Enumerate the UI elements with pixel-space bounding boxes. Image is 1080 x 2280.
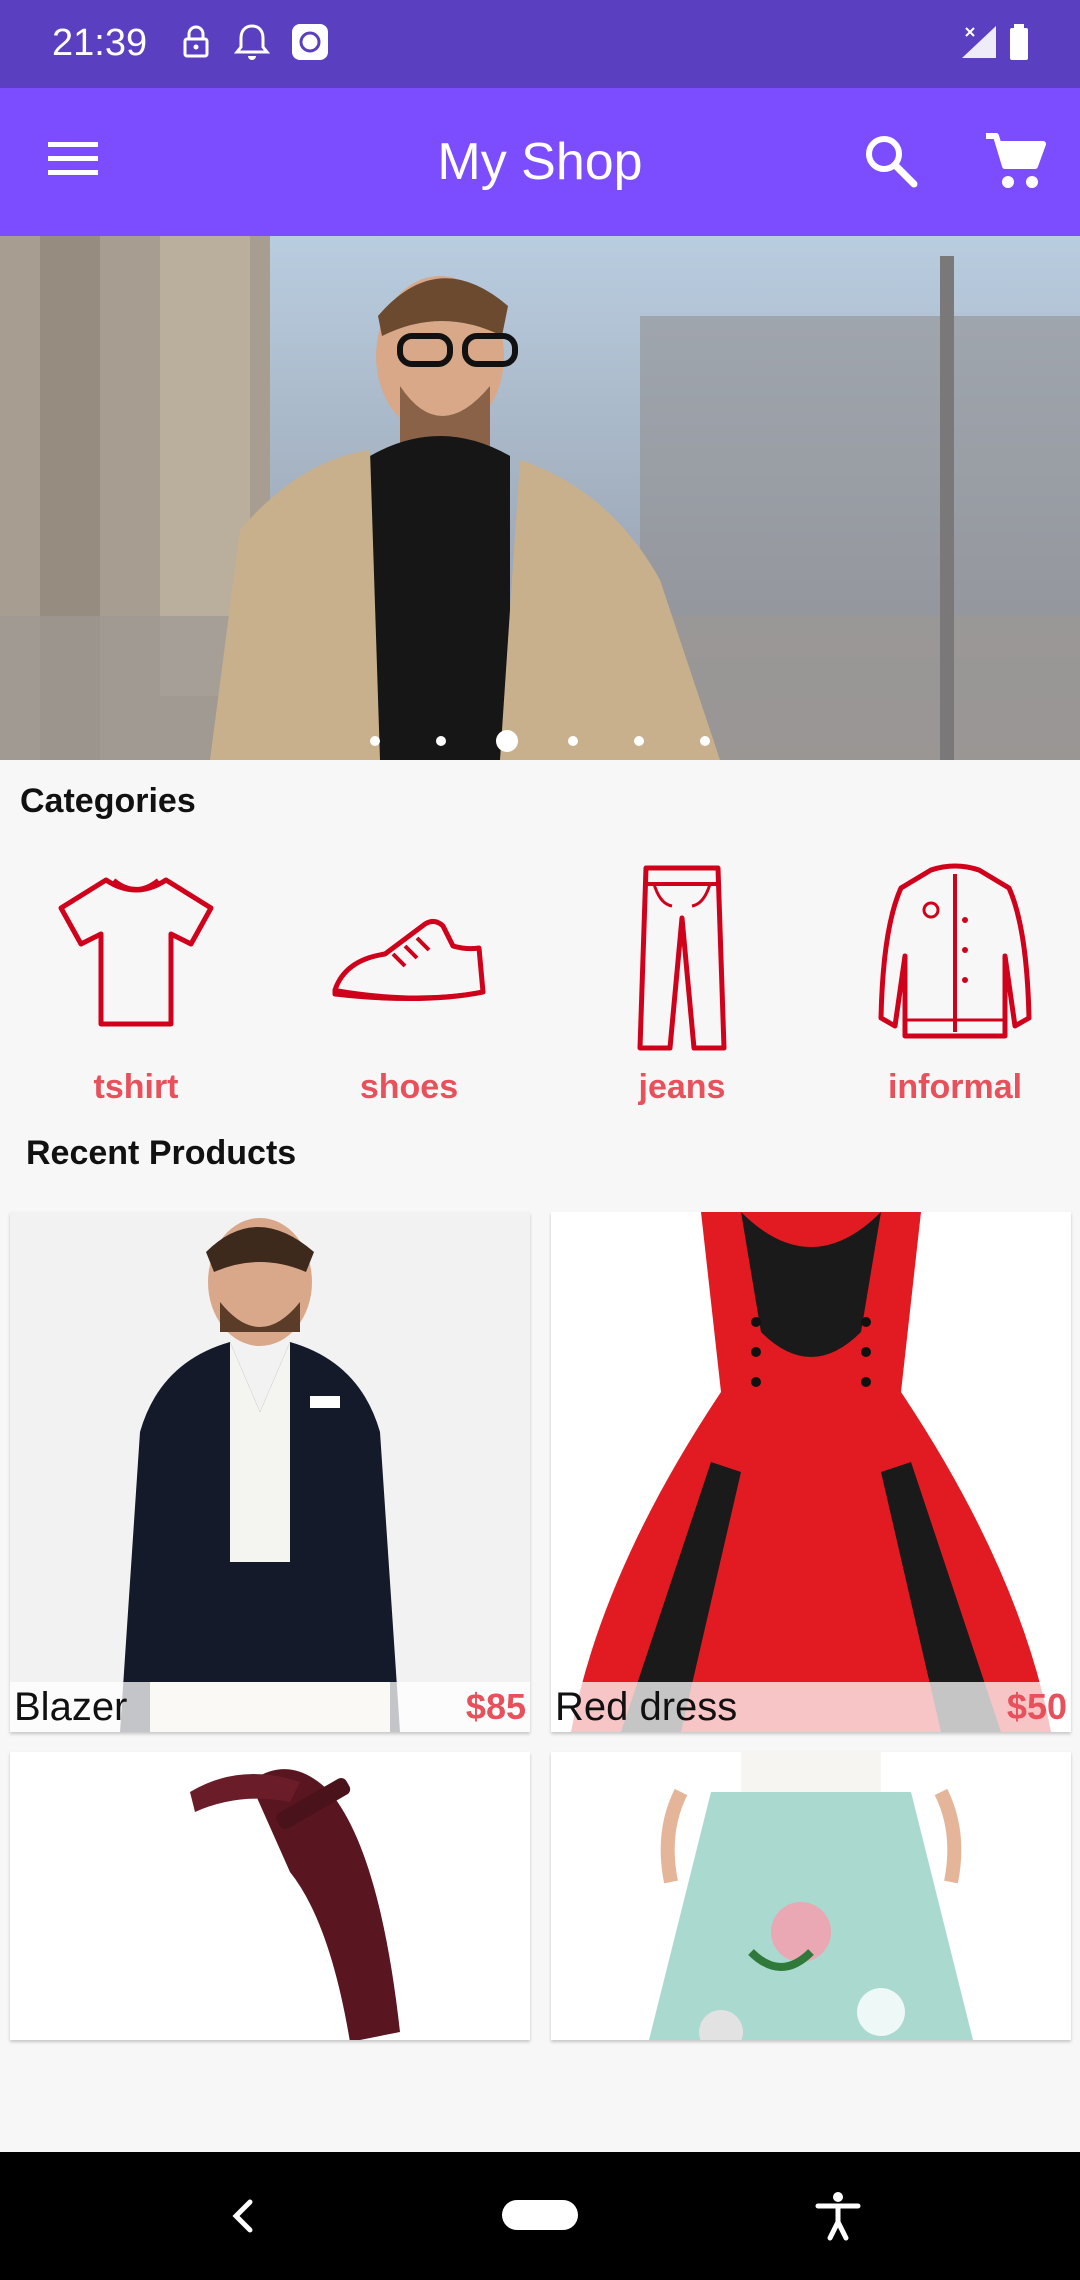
product-image-blazer xyxy=(10,1212,530,1732)
signal-icon xyxy=(962,26,996,58)
shoe-icon xyxy=(332,918,486,1002)
product-name: Red dress xyxy=(555,1685,738,1729)
notification-bell-icon xyxy=(233,24,271,60)
product-image-skirt xyxy=(551,1752,1071,2040)
recent-products-heading: Recent Products xyxy=(26,1134,297,1172)
banner-carousel[interactable] xyxy=(0,236,1080,760)
category-jeans[interactable]: jeans xyxy=(572,860,792,1120)
product-name: Blazer xyxy=(14,1685,128,1729)
home-pill-icon[interactable] xyxy=(502,2200,578,2230)
battery-icon xyxy=(1010,24,1028,60)
camera-notification-icon xyxy=(292,24,328,60)
system-nav-bar xyxy=(0,2152,1080,2280)
status-time: 21:39 xyxy=(52,22,148,64)
search-icon[interactable] xyxy=(862,132,918,188)
categories-heading: Categories xyxy=(20,782,196,820)
product-card-blazer[interactable]: Blazer $85 xyxy=(10,1212,530,1732)
carousel-dot[interactable] xyxy=(634,736,644,746)
product-card-skirt[interactable] xyxy=(551,1752,1071,2040)
carousel-dot[interactable] xyxy=(700,736,710,746)
carousel-dot[interactable] xyxy=(370,736,380,746)
category-informal[interactable]: informal xyxy=(845,860,1065,1120)
jeans-icon xyxy=(637,865,727,1051)
jacket-icon xyxy=(878,863,1032,1039)
category-label: tshirt xyxy=(93,1068,179,1106)
carousel-dot[interactable] xyxy=(568,736,578,746)
carousel-dot-active[interactable] xyxy=(496,730,518,752)
app-title: My Shop xyxy=(437,133,643,191)
product-card-shoe[interactable] xyxy=(10,1752,530,2040)
product-footer: Blazer $85 xyxy=(10,1682,530,1732)
back-icon[interactable] xyxy=(224,2196,260,2236)
status-bar: 21:39 xyxy=(0,0,1080,88)
product-image-red-dress xyxy=(551,1212,1071,1732)
carousel-dot[interactable] xyxy=(436,736,446,746)
banner-image xyxy=(0,236,1080,760)
lock-icon xyxy=(183,25,209,58)
product-image-shoe xyxy=(10,1752,530,2040)
product-price: $50 xyxy=(1006,1686,1067,1727)
product-card-red-dress[interactable]: Red dress $50 xyxy=(551,1212,1071,1732)
accessibility-icon[interactable] xyxy=(814,2190,862,2242)
cart-icon[interactable] xyxy=(984,130,1046,192)
product-price: $85 xyxy=(465,1686,526,1727)
product-footer: Red dress $50 xyxy=(551,1682,1071,1732)
category-tshirt[interactable]: tshirt xyxy=(26,860,246,1120)
category-label: jeans xyxy=(638,1068,726,1106)
tshirt-icon xyxy=(58,877,214,1027)
category-shoes[interactable]: shoes xyxy=(299,860,519,1120)
category-label: informal xyxy=(887,1068,1023,1106)
category-label: shoes xyxy=(359,1068,459,1106)
app-bar: My Shop xyxy=(0,88,1080,236)
